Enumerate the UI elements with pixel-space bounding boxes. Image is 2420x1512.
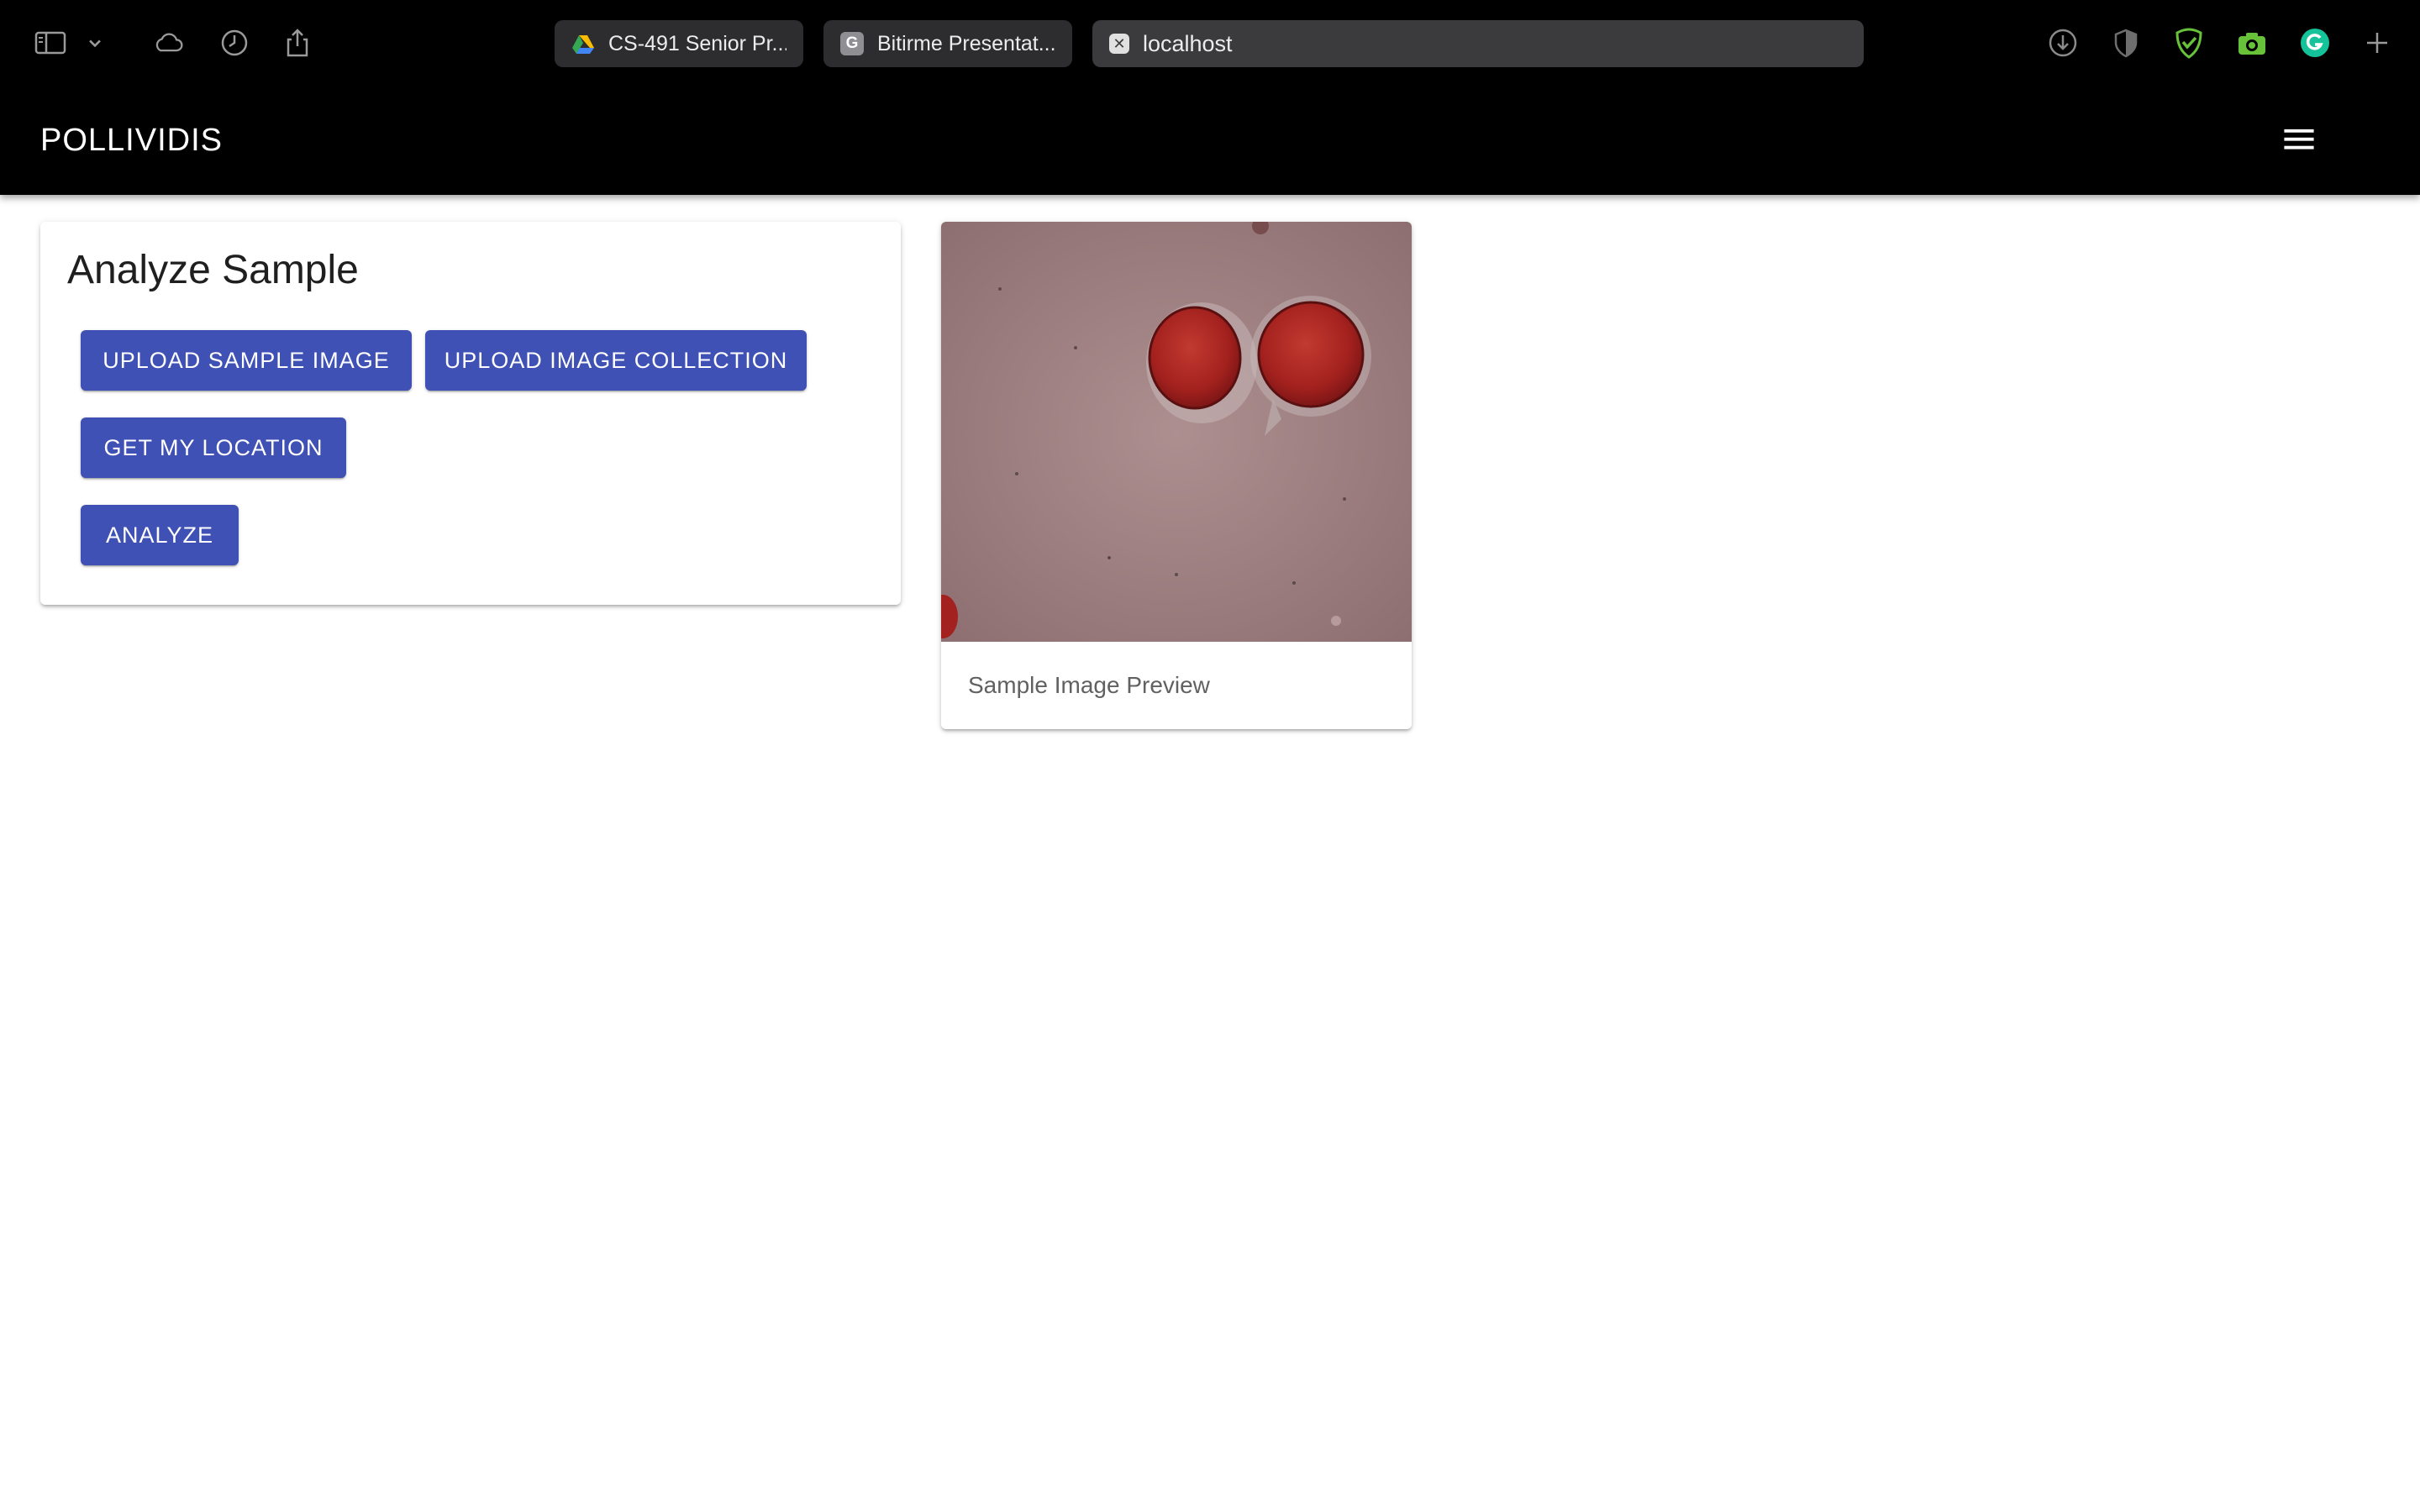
analyze-button[interactable]: Analyze: [81, 505, 239, 565]
sample-image-preview: [941, 222, 1412, 642]
tab-label: localhost: [1143, 30, 1233, 56]
google-drive-icon: [571, 32, 595, 55]
tab-localhost[interactable]: ✕ localhost: [1092, 20, 1864, 67]
browser-toolbar: CS-491 Senior Pr... G Bitirme Presentat.…: [0, 0, 2420, 86]
plus-icon[interactable]: [2360, 26, 2394, 60]
sidebar-icon[interactable]: [34, 26, 67, 60]
hamburger-menu-icon[interactable]: [2277, 118, 2321, 161]
download-icon[interactable]: [2046, 26, 2080, 60]
upload-sample-image-button[interactable]: Upload Sample Image: [81, 330, 412, 391]
tab-label: CS-491 Senior Pr...: [608, 31, 786, 55]
grammarly-icon[interactable]: [2298, 26, 2332, 60]
shield-icon[interactable]: [2109, 26, 2143, 60]
app-bar: POLLIVIDIS: [0, 86, 2420, 195]
get-my-location-button[interactable]: Get My Location: [81, 417, 346, 478]
camera-icon[interactable]: [2235, 26, 2269, 60]
app-title: POLLIVIDIS: [40, 123, 223, 158]
tab-cs491[interactable]: CS-491 Senior Pr...: [555, 20, 803, 67]
card-heading: Analyze Sample: [67, 248, 359, 292]
analyze-sample-card: Analyze Sample Upload Sample Image Uploa…: [40, 222, 901, 605]
share-icon[interactable]: [281, 26, 314, 60]
chevron-down-icon[interactable]: [81, 26, 109, 60]
sample-preview-card: Sample Image Preview: [941, 222, 1412, 729]
adguard-icon[interactable]: [2172, 26, 2206, 60]
history-icon[interactable]: [218, 26, 251, 60]
page: CS-491 Senior Pr... G Bitirme Presentat.…: [0, 0, 2420, 1512]
g-favicon-icon: G: [840, 32, 864, 55]
cloud-icon[interactable]: [150, 26, 187, 60]
upload-image-collection-button[interactable]: Upload Image Collection: [425, 330, 807, 391]
preview-caption: Sample Image Preview: [968, 672, 1210, 698]
tab-label: Bitirme Presentat...: [877, 31, 1055, 55]
tab-bitirme[interactable]: G Bitirme Presentat...: [823, 20, 1072, 67]
close-icon[interactable]: ✕: [1109, 34, 1129, 54]
